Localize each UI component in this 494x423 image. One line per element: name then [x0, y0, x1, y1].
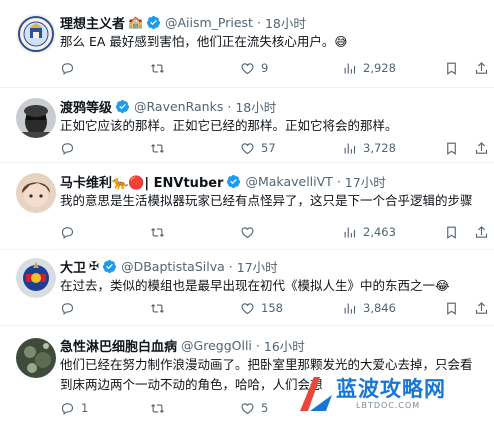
author-name[interactable]: 大卫	[60, 257, 86, 276]
bookmark-button[interactable]	[444, 141, 459, 156]
tweet[interactable]: 大卫 ✠ @DBaptistaSilva · 17小时 在过去，类似的模组也是最…	[0, 250, 494, 326]
reply-button[interactable]	[60, 225, 81, 240]
timestamp[interactable]: 18小时	[265, 13, 306, 32]
tweet[interactable]: 理想主义者 🏫 @Aiism_Priest · 18小时 那么 EA 最好感到害…	[0, 0, 494, 88]
tweet-text: 那么 EA 最好感到害怕，他们正在流失核心用户。😅	[60, 34, 348, 49]
reply-icon	[61, 62, 74, 75]
author-name[interactable]: 渡鸦等级	[60, 97, 112, 116]
share-icon	[475, 301, 488, 314]
views-button[interactable]: 3,846	[342, 301, 396, 316]
timestamp[interactable]: 16小时	[264, 336, 305, 355]
bookmark-icon	[447, 62, 456, 75]
retweet-icon	[151, 143, 164, 153]
bookmark-icon	[447, 302, 456, 315]
views-icon	[344, 63, 356, 73]
separator-dot: ·	[336, 173, 341, 189]
avatar[interactable]	[16, 173, 56, 213]
reply-icon	[61, 142, 74, 155]
views-button[interactable]: 2,928	[342, 61, 396, 76]
bookmark-icon	[447, 226, 456, 239]
views-button[interactable]: 2,463	[342, 225, 396, 240]
watermark-subtitle: LBTDOC.COM	[356, 401, 421, 410]
watermark: 蓝波攻略网 LBTDOC.COM	[296, 371, 486, 417]
avatar[interactable]	[16, 98, 56, 138]
watermark-logo-icon	[300, 377, 332, 411]
verified-badge-icon	[115, 99, 130, 113]
like-button[interactable]: 57	[240, 141, 276, 156]
author-emoji: 🏫	[128, 15, 143, 29]
author-handle[interactable]: @Aiism_Priest	[165, 15, 253, 30]
retweet-button[interactable]	[150, 225, 171, 240]
like-button[interactable]: 5	[240, 401, 268, 416]
reply-button[interactable]	[60, 301, 81, 316]
author-emoji: ✠	[89, 259, 100, 273]
views-button[interactable]: 3,728	[342, 141, 396, 156]
retweet-button[interactable]	[150, 401, 171, 416]
tweet[interactable]: 马卡维利🐆🔴| ENVtuber @MakavelliVT · 17小时 我的意…	[0, 163, 494, 250]
author-handle[interactable]: @MakavelliVT	[245, 174, 332, 189]
reply-button[interactable]	[60, 141, 81, 156]
author-handle[interactable]: @DBaptistaSilva	[121, 259, 225, 274]
tweet-text: 正如它应该的那样。正如它已经的那样。正如它将会的那样。	[60, 118, 398, 133]
watermark-title: 蓝波攻略网	[336, 377, 446, 401]
like-icon	[241, 226, 254, 238]
verified-badge-icon	[146, 15, 161, 29]
retweet-button[interactable]	[150, 301, 171, 316]
share-icon	[475, 61, 488, 74]
like-button[interactable]: 158	[240, 301, 283, 316]
like-button[interactable]	[240, 225, 261, 240]
tweet[interactable]: 渡鸦等级 @RavenRanks · 18小时 正如它应该的那样。正如它已经的那…	[0, 88, 494, 163]
verified-badge-icon	[227, 174, 241, 188]
timestamp[interactable]: 18小时	[235, 97, 276, 116]
like-icon	[241, 302, 254, 314]
like-icon	[241, 62, 254, 74]
author-handle[interactable]: @RavenRanks	[134, 99, 223, 114]
avatar[interactable]	[16, 14, 56, 54]
reply-icon	[61, 302, 74, 315]
timestamp[interactable]: 17小时	[237, 257, 278, 276]
share-icon	[475, 225, 488, 238]
author-name[interactable]: 理想主义者	[60, 13, 125, 32]
retweet-icon	[151, 403, 164, 413]
timeline: 理想主义者 🏫 @Aiism_Priest · 18小时 那么 EA 最好感到害…	[0, 0, 494, 423]
avatar[interactable]	[16, 258, 56, 298]
author-name[interactable]: 马卡维利🐆🔴| ENVtuber	[60, 172, 223, 191]
views-icon	[344, 227, 356, 237]
separator-dot: ·	[228, 258, 233, 274]
share-button[interactable]	[474, 141, 489, 156]
share-icon	[475, 141, 488, 154]
reply-icon	[61, 226, 74, 239]
retweet-icon	[151, 303, 164, 313]
reply-icon	[61, 402, 74, 415]
tweet-text: 我的意思是生活模拟器玩家已经有点怪异了，这只是下一个合乎逻辑的步骤	[60, 193, 473, 208]
retweet-button[interactable]	[150, 141, 171, 156]
share-button[interactable]	[474, 301, 489, 316]
like-icon	[241, 402, 254, 414]
author-name[interactable]: 急性淋巴细胞白血病	[60, 336, 177, 355]
verified-badge-icon	[103, 259, 117, 273]
reply-button[interactable]: 1	[60, 401, 88, 416]
timestamp[interactable]: 17小时	[345, 172, 386, 191]
share-button[interactable]	[474, 225, 489, 240]
views-icon	[344, 143, 356, 153]
separator-dot: ·	[227, 98, 232, 114]
reply-button[interactable]	[60, 61, 81, 76]
tweet-text: 在过去，类似的模组也是最早出现在初代《模拟人生》中的东西之一😂	[60, 278, 450, 293]
retweet-button[interactable]	[150, 61, 171, 76]
like-icon	[241, 142, 254, 154]
avatar[interactable]	[16, 338, 56, 378]
author-handle[interactable]: @GreggOlli	[181, 338, 252, 353]
retweet-icon	[151, 227, 164, 237]
like-button[interactable]: 9	[240, 61, 268, 76]
separator-dot: ·	[256, 14, 261, 30]
share-button[interactable]	[474, 61, 489, 76]
retweet-icon	[151, 63, 164, 73]
separator-dot: ·	[255, 337, 260, 353]
bookmark-button[interactable]	[444, 61, 459, 76]
bookmark-button[interactable]	[444, 225, 459, 240]
bookmark-button[interactable]	[444, 301, 459, 316]
bookmark-icon	[447, 142, 456, 155]
views-icon	[344, 303, 356, 313]
